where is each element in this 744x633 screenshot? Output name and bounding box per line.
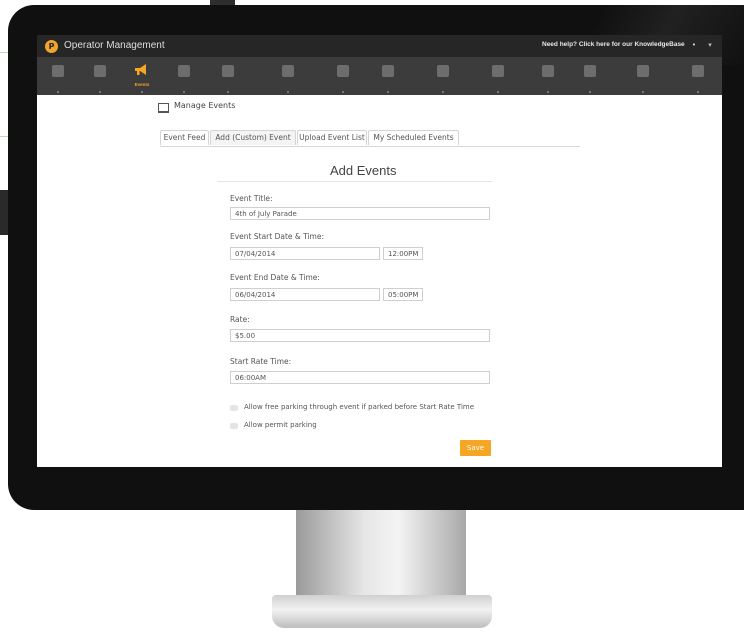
edit-icon: [282, 65, 294, 77]
form-divider: [217, 181, 492, 182]
nav-indicator: [227, 91, 229, 93]
receipt-icon: [382, 65, 394, 77]
nav-indicator: [589, 91, 591, 93]
nav-indicator: [57, 91, 59, 93]
list-icon: [584, 65, 596, 77]
rate-input[interactable]: $5.00: [230, 329, 490, 342]
nav-item-facility[interactable]: [322, 57, 364, 95]
users-icon: [437, 65, 449, 77]
monitor-icon: [158, 103, 169, 113]
start-rate-time-input[interactable]: 06:00AM: [230, 371, 490, 384]
nav-item-rates[interactable]: [163, 57, 205, 95]
rate-label: Rate:: [230, 315, 250, 324]
monitor-stand-neck: [296, 510, 466, 600]
event-title-label: Event Title:: [230, 194, 273, 203]
nav-indicator: [141, 91, 143, 93]
user-menu-button[interactable]: •: [689, 41, 699, 51]
nav-indicator: [342, 91, 344, 93]
nav-item-events[interactable]: Events: [121, 57, 163, 95]
permit-parking-checkbox[interactable]: [230, 423, 238, 429]
network-icon: [692, 65, 704, 77]
free-parking-label: Allow free parking through event if park…: [244, 403, 475, 411]
end-time-input[interactable]: 05:00PM: [383, 288, 423, 301]
tags-icon: [492, 65, 504, 77]
end-date-input[interactable]: 06/04/2014: [230, 288, 380, 301]
nav-indicator: [387, 91, 389, 93]
nav-indicator: [642, 91, 644, 93]
nav-item-users[interactable]: [422, 57, 464, 95]
tab-upload-event-list[interactable]: Upload Event List: [297, 130, 367, 145]
chat-icon: [542, 65, 554, 77]
knowledgebase-link[interactable]: Need help? Click here for our KnowledgeB…: [542, 41, 685, 48]
panel-title: Manage Events: [174, 101, 236, 110]
main-navigation: Events: [37, 57, 722, 95]
panel-header: Manage Events: [150, 101, 578, 117]
free-parking-checkbox[interactable]: [230, 405, 238, 411]
settings-icon: [637, 65, 649, 77]
nav-item-reports[interactable]: [79, 57, 121, 95]
cards-icon: [222, 65, 234, 77]
event-tabs: Event Feed Add (Custom) Event Upload Eve…: [160, 130, 580, 147]
monitor-stand-base: [272, 595, 492, 628]
monitor-screen: P Operator Management Need help? Click h…: [37, 35, 722, 467]
start-datetime-label: Event Start Date & Time:: [230, 232, 324, 241]
nav-indicator: [442, 91, 444, 93]
start-rate-time-label: Start Rate Time:: [230, 357, 292, 366]
nav-item-tags[interactable]: [477, 57, 519, 95]
end-datetime-label: Event End Date & Time:: [230, 273, 320, 282]
megaphone-icon: [135, 64, 146, 75]
reports-icon: [94, 65, 106, 77]
save-button[interactable]: Save: [460, 440, 491, 456]
tab-event-feed[interactable]: Event Feed: [160, 130, 209, 145]
nav-label-events: Events: [134, 82, 150, 87]
app-logo[interactable]: P: [45, 40, 58, 53]
form-title: Add Events: [330, 163, 397, 178]
nav-item-list[interactable]: [569, 57, 611, 95]
tab-my-scheduled-events[interactable]: My Scheduled Events: [368, 130, 459, 145]
nav-item-edit[interactable]: [267, 57, 309, 95]
nav-indicator: [547, 91, 549, 93]
nav-item-chat[interactable]: [527, 57, 569, 95]
event-title-input[interactable]: 4th of July Parade: [230, 207, 490, 220]
nav-indicator: [287, 91, 289, 93]
app-title: Operator Management: [64, 40, 165, 51]
nav-indicator: [497, 91, 499, 93]
nav-item-dashboard[interactable]: [37, 57, 79, 95]
permit-parking-label: Allow permit parking: [244, 421, 317, 429]
start-time-input[interactable]: 12:00PM: [383, 247, 423, 260]
rates-icon: [178, 65, 190, 77]
nav-item-network[interactable]: [677, 57, 719, 95]
dashboard-icon: [52, 65, 64, 77]
top-bar: P Operator Management Need help? Click h…: [37, 35, 722, 57]
nav-item-settings[interactable]: [622, 57, 664, 95]
nav-item-cards[interactable]: [207, 57, 249, 95]
nav-indicator: [697, 91, 699, 93]
manage-events-panel: Manage Events Event Feed Add (Custom) Ev…: [150, 95, 580, 467]
tab-add-custom-event[interactable]: Add (Custom) Event: [210, 130, 296, 145]
chevron-down-icon[interactable]: ▾: [705, 41, 715, 51]
nav-indicator: [183, 91, 185, 93]
start-date-input[interactable]: 07/04/2014: [230, 247, 380, 260]
facility-icon: [337, 65, 349, 77]
nav-indicator: [99, 91, 101, 93]
nav-item-receipt[interactable]: [367, 57, 409, 95]
